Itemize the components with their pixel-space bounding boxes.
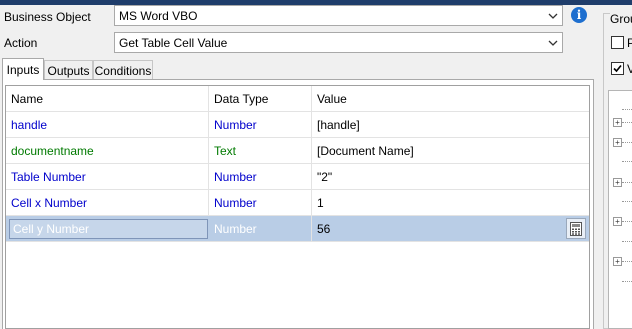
table-row[interactable]: documentname Text [Document Name] bbox=[6, 138, 589, 164]
checkbox-p-label: P bbox=[627, 36, 632, 50]
param-type: Number bbox=[209, 190, 312, 216]
column-header-data-type[interactable]: Data Type bbox=[209, 86, 312, 112]
expand-icon[interactable]: + bbox=[613, 118, 622, 127]
tab-outputs[interactable]: Outputs bbox=[44, 60, 93, 80]
action-dropdown[interactable]: Get Table Cell Value bbox=[114, 32, 563, 53]
chevron-down-icon[interactable] bbox=[544, 6, 562, 25]
param-type: Number bbox=[209, 112, 312, 138]
param-value[interactable]: "2" bbox=[312, 164, 589, 190]
tree-view[interactable]: + + + + + bbox=[608, 90, 632, 329]
expand-icon[interactable]: + bbox=[613, 217, 622, 226]
param-name: handle bbox=[6, 112, 209, 138]
param-type: Number bbox=[209, 164, 312, 190]
expand-icon[interactable]: + bbox=[613, 257, 622, 266]
calculator-icon[interactable] bbox=[566, 218, 586, 239]
param-value[interactable]: 56 bbox=[312, 216, 562, 242]
table-row[interactable]: handle Number [handle] bbox=[6, 112, 589, 138]
column-header-name[interactable]: Name bbox=[6, 86, 209, 112]
action-label: Action bbox=[4, 36, 38, 50]
expand-icon[interactable]: + bbox=[613, 138, 622, 147]
action-value: Get Table Cell Value bbox=[119, 35, 228, 50]
param-name: documentname bbox=[6, 138, 209, 164]
group-label: Grou bbox=[610, 12, 632, 26]
business-object-value: MS Word VBO bbox=[119, 8, 198, 23]
info-icon[interactable]: i bbox=[571, 7, 587, 23]
param-type: Text bbox=[209, 138, 312, 164]
param-value[interactable]: [Document Name] bbox=[312, 138, 589, 164]
tab-conditions[interactable]: Conditions bbox=[93, 60, 153, 80]
table-row-selected[interactable]: Cell y Number Number 56 bbox=[6, 216, 589, 242]
chevron-down-icon[interactable] bbox=[544, 33, 562, 52]
checkbox-v[interactable] bbox=[611, 62, 624, 75]
table-row[interactable]: Cell x Number Number 1 bbox=[6, 190, 589, 216]
checkbox-p[interactable] bbox=[611, 36, 624, 49]
param-value[interactable]: 1 bbox=[312, 190, 589, 216]
param-name: Cell x Number bbox=[6, 190, 209, 216]
inputs-grid: Name Data Type Value handle Number [hand… bbox=[5, 85, 590, 329]
expand-icon[interactable]: + bbox=[613, 178, 622, 187]
business-object-label: Business Object bbox=[4, 10, 91, 24]
param-name: Table Number bbox=[6, 164, 209, 190]
param-name-edit[interactable]: Cell y Number bbox=[9, 219, 208, 239]
business-object-dropdown[interactable]: MS Word VBO bbox=[114, 5, 563, 26]
table-row[interactable]: Table Number Number "2" bbox=[6, 164, 589, 190]
tab-inputs[interactable]: Inputs bbox=[2, 58, 44, 80]
column-header-value[interactable]: Value bbox=[312, 86, 589, 112]
param-value[interactable]: [handle] bbox=[312, 112, 589, 138]
param-type: Number bbox=[209, 216, 312, 242]
grid-header: Name Data Type Value bbox=[6, 86, 589, 112]
checkbox-v-label: V bbox=[627, 62, 632, 76]
checkmark-icon bbox=[613, 64, 622, 73]
right-panel: Grou P V + + + + + bbox=[598, 5, 632, 329]
